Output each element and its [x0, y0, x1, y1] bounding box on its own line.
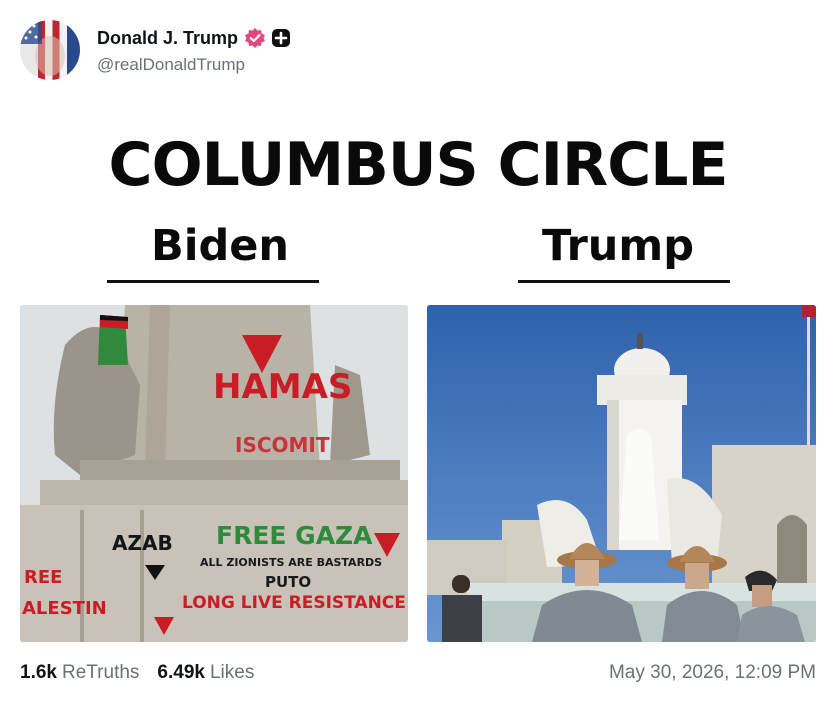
graffiti-resistance: LONG LIVE RESISTANCE [182, 593, 406, 613]
author-handle[interactable]: @realDonaldTrump [97, 55, 291, 75]
retruths-label: ReTruths [61, 662, 140, 683]
verified-badge-icon [245, 28, 266, 48]
right-label-underline [518, 280, 730, 283]
left-label-underline [107, 280, 319, 283]
graffiti-zionists: ALL ZIONISTS ARE BASTARDS [200, 556, 383, 569]
right-photo-clean-monument [427, 305, 816, 642]
post-header: Donald J. Trump @realDonaldTrump [20, 20, 291, 80]
likes-stat[interactable]: 6.49k Likes [157, 662, 254, 684]
post-timestamp[interactable]: May 30, 2026, 12:09 PM [609, 662, 816, 684]
author-name[interactable]: Donald J. Trump [97, 28, 238, 49]
post-footer: 1.6k ReTruths 6.49k Likes May 30, 2026, 12… [20, 659, 816, 687]
graffiti-puto: PUTO [265, 573, 312, 591]
plus-icon [272, 29, 291, 47]
left-column-label: Biden [150, 221, 290, 271]
graffiti-free-palestine-top: REE [24, 567, 63, 588]
post-image[interactable]: COLUMBUS CIRCLE Biden Trump HAMAS ISCOMI… [20, 135, 816, 645]
graffiti-azab: AZAB [112, 531, 173, 555]
meme-title: COLUMBUS CIRCLE [108, 130, 729, 200]
avatar[interactable] [20, 20, 80, 80]
author-block: Donald J. Trump @realDonaldTrump [97, 25, 291, 75]
right-column-label: Trump [541, 221, 694, 271]
graffiti-free-palestine-bottom: ALESTIN [22, 598, 107, 619]
retruths-count: 1.6k [20, 662, 57, 683]
left-photo-defaced-monument: HAMAS ISCOMIT AZAB FREE GAZA ALL ZIONIST… [20, 305, 408, 642]
graffiti-iscommit: ISCOMIT [235, 433, 330, 457]
graffiti-free-gaza: FREE GAZA [216, 521, 373, 550]
retruths-stat[interactable]: 1.6k ReTruths [20, 662, 139, 684]
likes-label: Likes [209, 662, 255, 683]
graffiti-hamas: HAMAS [213, 367, 353, 407]
likes-count: 6.49k [157, 662, 205, 683]
